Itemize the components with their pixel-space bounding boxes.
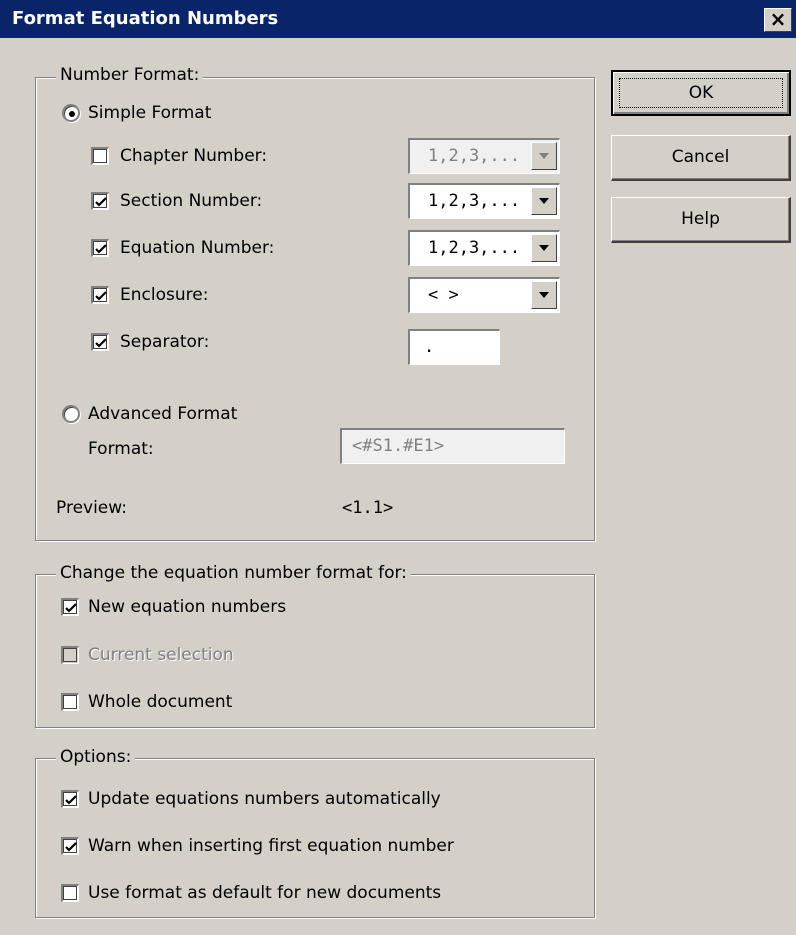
whole-document-label: Whole document [88, 692, 233, 712]
advanced-format-label: Advanced Format [88, 404, 238, 424]
use-as-default-label: Use format as default for new documents [88, 883, 442, 903]
current-selection-checkbox[interactable] [61, 646, 79, 664]
help-button[interactable]: Help [611, 197, 791, 243]
change-format-for-legend: Change the equation number format for: [56, 562, 411, 584]
checkmark-icon [65, 603, 77, 613]
chapter-number-label: Chapter Number: [120, 146, 268, 166]
checkmark-icon [95, 338, 107, 348]
options-legend: Options: [56, 746, 136, 768]
simple-format-radio[interactable] [62, 104, 80, 122]
simple-format-label: Simple Format [88, 103, 212, 123]
checkmark-icon [95, 291, 107, 301]
cancel-label: Cancel [671, 147, 730, 167]
checkmark-icon [95, 197, 107, 207]
update-automatically-label: Update equations numbers automatically [88, 789, 441, 809]
checkmark-icon [95, 244, 107, 254]
close-button[interactable]: × [764, 8, 792, 32]
chapter-number-value: 1,2,3,... [428, 146, 521, 166]
chevron-down-icon[interactable] [531, 234, 557, 262]
update-automatically-checkbox[interactable] [61, 790, 79, 808]
checkmark-icon [65, 842, 77, 852]
separator-checkbox[interactable] [91, 333, 109, 351]
equation-number-value: 1,2,3,... [428, 238, 521, 258]
whole-document-checkbox[interactable] [61, 693, 79, 711]
advanced-format-radio[interactable] [62, 405, 80, 423]
current-selection-label: Current selection [88, 645, 234, 665]
enclosure-value: < > [428, 285, 459, 305]
enclosure-checkbox[interactable] [91, 286, 109, 304]
chapter-number-dropdown[interactable]: 1,2,3,... [408, 138, 560, 174]
new-equation-numbers-checkbox[interactable] [61, 598, 79, 616]
format-input[interactable]: <#S1.#E1> [340, 428, 565, 464]
chapter-number-checkbox[interactable] [91, 147, 109, 165]
use-as-default-checkbox[interactable] [61, 884, 79, 902]
radio-dot [69, 111, 75, 117]
section-number-checkbox[interactable] [91, 192, 109, 210]
chevron-down-icon[interactable] [531, 187, 557, 215]
chevron-down-icon[interactable] [531, 281, 557, 309]
chevron-down-icon[interactable] [531, 142, 557, 170]
focus-ring [619, 78, 783, 108]
dialog-title: Format Equation Numbers [12, 8, 279, 29]
section-number-dropdown[interactable]: 1,2,3,... [408, 183, 560, 219]
separator-input[interactable]: . [408, 329, 500, 365]
new-equation-numbers-label: New equation numbers [88, 597, 287, 617]
equation-number-dropdown[interactable]: 1,2,3,... [408, 230, 560, 266]
format-value: <#S1.#E1> [352, 436, 445, 456]
format-label: Format: [88, 439, 154, 459]
enclosure-label: Enclosure: [120, 285, 209, 305]
separator-value: . [424, 337, 435, 357]
separator-label: Separator: [120, 332, 210, 352]
equation-number-checkbox[interactable] [91, 239, 109, 257]
enclosure-dropdown[interactable]: < > [408, 277, 560, 313]
preview-value: <1.1> [342, 498, 394, 518]
number-format-legend: Number Format: [56, 64, 204, 86]
close-icon: × [769, 7, 787, 31]
cancel-button[interactable]: Cancel [611, 135, 791, 181]
checkmark-icon [65, 795, 77, 805]
preview-label: Preview: [56, 498, 127, 518]
section-number-value: 1,2,3,... [428, 191, 521, 211]
section-number-label: Section Number: [120, 191, 263, 211]
help-label: Help [681, 209, 720, 229]
warn-first-number-label: Warn when inserting first equation numbe… [88, 836, 454, 856]
equation-number-label: Equation Number: [120, 238, 275, 258]
warn-first-number-checkbox[interactable] [61, 837, 79, 855]
ok-button[interactable]: OK [611, 70, 791, 116]
